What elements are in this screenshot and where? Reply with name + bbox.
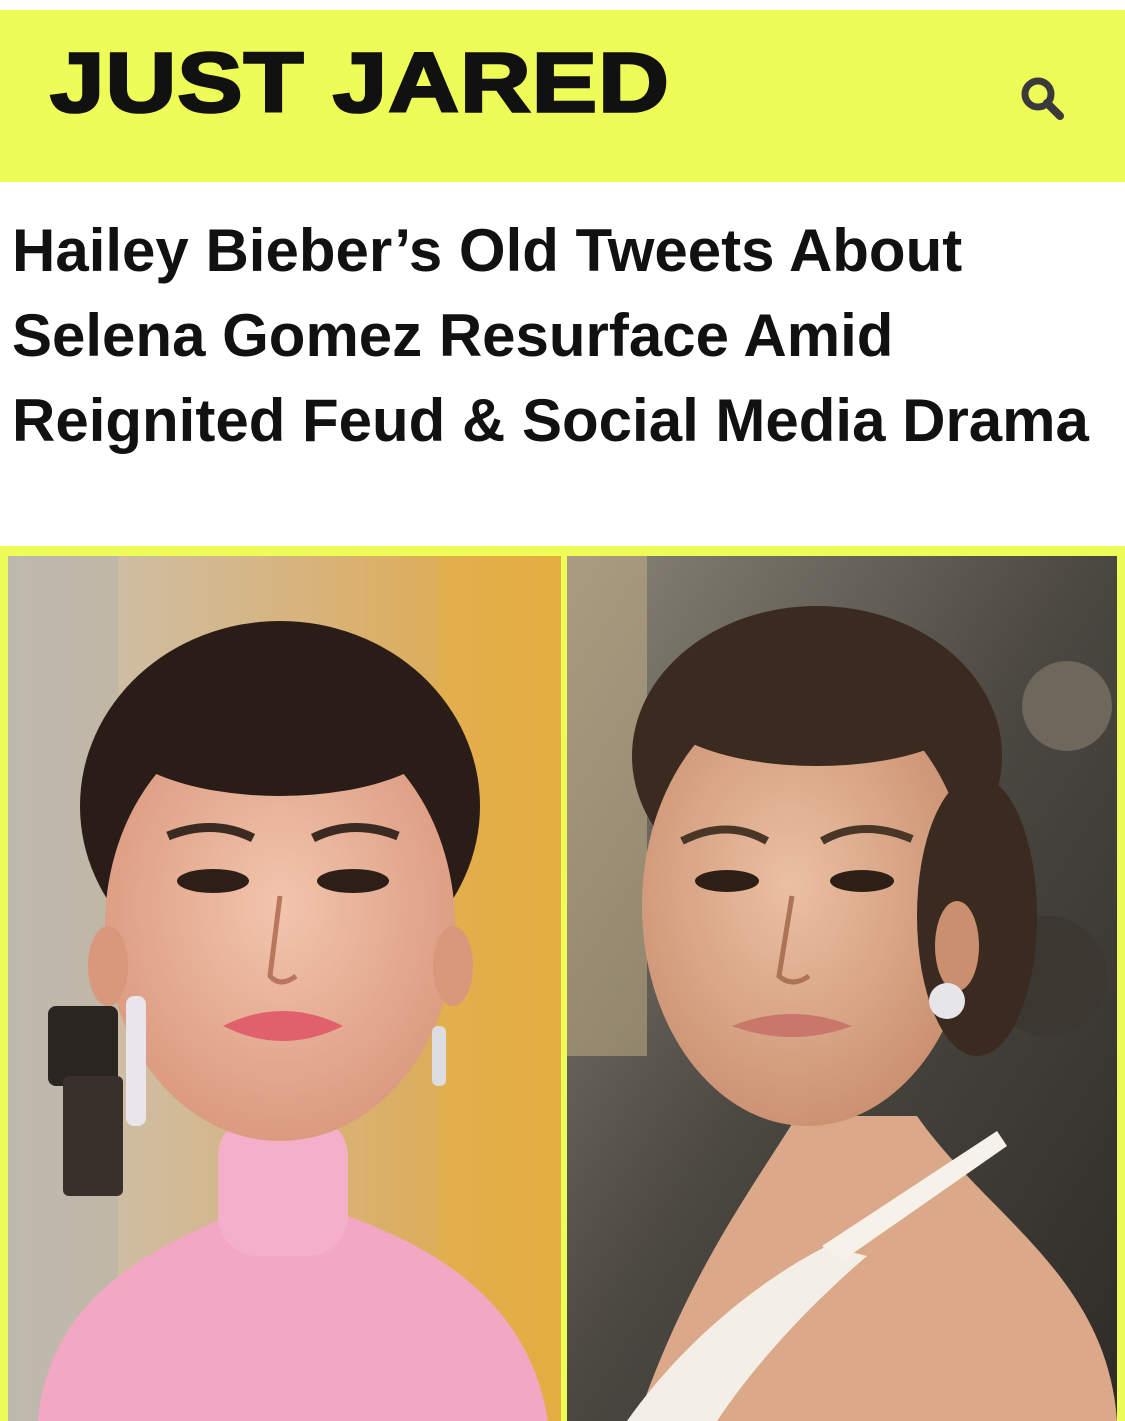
portrait-right	[567, 556, 1117, 1421]
article-image[interactable]	[0, 546, 1125, 1421]
site-logo[interactable]: JUST JARED	[49, 39, 671, 126]
article-headline[interactable]: Hailey Bieber’s Old Tweets About Selena …	[12, 208, 1117, 463]
top-gap	[0, 0, 1125, 10]
search-icon	[1021, 77, 1064, 120]
site-header: JUST JARED	[0, 10, 1125, 182]
portrait-left	[8, 556, 561, 1421]
search-button[interactable]	[1010, 66, 1074, 130]
